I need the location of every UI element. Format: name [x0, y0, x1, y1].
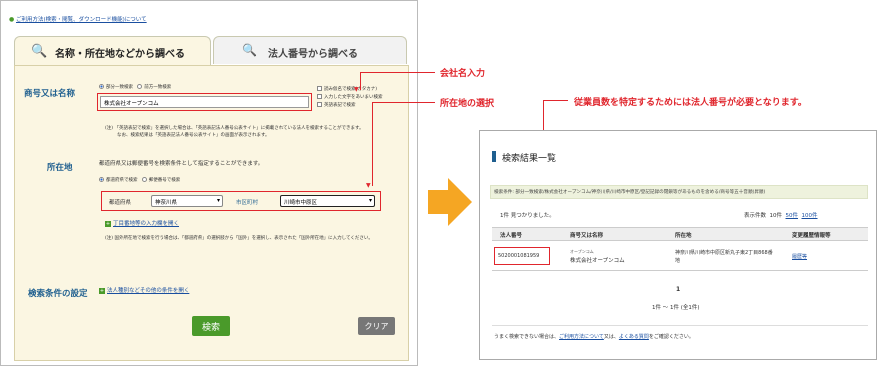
- annot-line-address-down: [372, 102, 374, 186]
- magnifier-icon: 🔍: [31, 44, 48, 59]
- label-city: 市区町村: [236, 200, 259, 206]
- english-note: (注) 「英語表記で検索」を選択した場合は、「英語表記法人番号公表サイト」に掲載…: [105, 125, 364, 139]
- check-fuzzy-label: 入力した文字をあいまい検索: [324, 95, 383, 100]
- display-count-row: 表示件数 10件 50件 100件: [744, 211, 818, 219]
- footer-suffix: をご確認ください。: [648, 334, 694, 340]
- col-address: 所在地: [675, 233, 692, 239]
- check-english[interactable]: [317, 102, 322, 107]
- match-radio-group: 部分一致検索 前方一致検索: [99, 84, 171, 90]
- chome-row: + 丁目番地等の入力欄を開く: [105, 219, 179, 227]
- annot-line-employee: [543, 100, 568, 102]
- english-note-line1: (注) 「英語表記で検索」を選択した場合は、「英語表記法人番号公表サイト」に掲載…: [105, 126, 364, 131]
- bullet-icon: ●: [9, 16, 15, 23]
- results-panel: 検索結果一覧 検索条件: 部分一致検索/株式会社オープンコム/神奈川県/川崎市中…: [479, 130, 877, 360]
- radio-partial-label: 部分一致検索: [106, 85, 133, 90]
- annot-line-company-down: [360, 72, 362, 90]
- search-form-panel: ● ご利用方法(検索・閲覧、ダウンロード機能)について 🔍 名称・所在地などから…: [0, 0, 418, 366]
- radio-prefix[interactable]: [137, 84, 143, 89]
- results-title: 検索結果一覧: [502, 154, 557, 164]
- check-fuzzy[interactable]: [317, 94, 322, 99]
- arrow-down-icon: ▼: [354, 86, 359, 93]
- plus-icon: +: [99, 287, 105, 294]
- condition-row: + 法人種別などその他の条件を開く: [99, 286, 189, 294]
- annot-employee: 従業員数を特定するためには法人番号が必要となります。: [574, 98, 807, 108]
- annot-company-name: 会社名入力: [440, 69, 486, 79]
- check-english-label: 英語表記で検索: [324, 103, 356, 108]
- display-50[interactable]: 50件: [786, 213, 799, 219]
- col-name: 商号又は名称: [570, 233, 604, 239]
- clear-button[interactable]: クリア: [358, 317, 395, 335]
- row-address: 神奈川県川崎市中原区新丸子東2丁目868番地: [675, 250, 773, 264]
- footer-faq-link[interactable]: よくある質問: [619, 334, 649, 340]
- address-radio-group: 都道府県で検索 郵便番号で検索: [99, 177, 180, 183]
- address-note: (注) 国外所在地で検索を行う場合は、「都道府県」の選択肢から「国外」を選択し、…: [105, 236, 373, 241]
- english-note-line2: なお、検索結果は「英語表記法人番号公表サイト」の画面が表示されます。: [117, 133, 270, 138]
- row-number: 5020001081959: [498, 253, 540, 259]
- search-condition: 検索条件: 部分一致検索/株式会社オープンコム/神奈川県/川崎市中原区/登記記録…: [494, 190, 766, 195]
- label-condition: 検索条件の設定: [28, 289, 88, 299]
- condition-link[interactable]: 法人種別などその他の条件を開く: [107, 288, 189, 294]
- tab-corporate-number[interactable]: 🔍 法人番号から調べる: [213, 36, 407, 64]
- annot-address: 所在地の選択: [440, 99, 495, 109]
- page-range: 1件 ～ 1件 (全1件): [652, 305, 700, 311]
- row-kana: オープンコム: [570, 249, 594, 254]
- arrow-down-icon: ▼: [366, 182, 371, 189]
- radio-partial[interactable]: [99, 84, 104, 89]
- annot-line-address: [372, 102, 435, 104]
- radio-zip-label: 郵便番号で検索: [148, 178, 181, 183]
- label-pref: 都道府県: [109, 200, 132, 206]
- footer-usage-link[interactable]: ご利用方法について: [559, 334, 604, 340]
- arrow-right-icon: [428, 178, 472, 226]
- col-number: 法人番号: [500, 233, 523, 239]
- tab-name-address[interactable]: 🔍 名称・所在地などから調べる: [14, 36, 211, 66]
- title-bar-icon: [492, 151, 496, 162]
- magnifier-icon: 🔍: [242, 43, 257, 57]
- plus-icon: +: [105, 220, 111, 227]
- address-hint: 都道府県又は郵便番号を検索条件として指定することができます。: [99, 161, 264, 167]
- label-address: 所在地: [47, 163, 73, 173]
- footer-mid: 又は、: [603, 334, 619, 340]
- footer-help: うまく検索できない場合は、ご利用方法について又は、よくある質問をご確認ください。: [494, 333, 694, 340]
- radio-pref[interactable]: [99, 177, 104, 182]
- radio-zip[interactable]: [141, 177, 147, 182]
- company-name-input[interactable]: 株式会社オープンコム: [100, 96, 309, 108]
- row-name: 株式会社オープンコム: [570, 258, 625, 264]
- display-10[interactable]: 10件: [770, 213, 783, 219]
- result-count: 1件 見つかりました。: [500, 213, 555, 219]
- city-select[interactable]: 川崎市中原区: [280, 195, 375, 207]
- chome-link[interactable]: 丁目番地等の入力欄を開く: [113, 221, 179, 227]
- help-link[interactable]: ご利用方法(検索・閲覧、ダウンロード機能)について: [16, 17, 147, 23]
- radio-pref-label: 都道府県で検索: [106, 178, 138, 183]
- footer-divider: [492, 325, 868, 326]
- tab-name-address-label: 名称・所在地などから調べる: [55, 49, 185, 60]
- check-reading-label: 読み仮名で検索(カタカナ): [324, 87, 378, 92]
- col-history: 変更履歴情報等: [792, 233, 831, 239]
- display-100[interactable]: 100件: [802, 213, 818, 219]
- display-count-label: 表示件数: [744, 213, 767, 219]
- footer-prefix: うまく検索できない場合は、: [494, 334, 560, 340]
- help-link-row: ● ご利用方法(検索・閲覧、ダウンロード機能)について: [9, 15, 147, 23]
- tab-corporate-number-label: 法人番号から調べる: [268, 49, 358, 60]
- check-reading[interactable]: [317, 86, 322, 91]
- annot-line-company: [360, 72, 435, 74]
- search-button[interactable]: 検索: [192, 316, 230, 336]
- radio-prefix-label: 前方一致検索: [144, 85, 172, 90]
- label-company-name: 商号又は名称: [24, 89, 76, 99]
- pref-select[interactable]: 神奈川県: [151, 195, 223, 207]
- row-history-link[interactable]: 履歴等: [792, 253, 807, 260]
- page-number[interactable]: 1: [676, 286, 680, 293]
